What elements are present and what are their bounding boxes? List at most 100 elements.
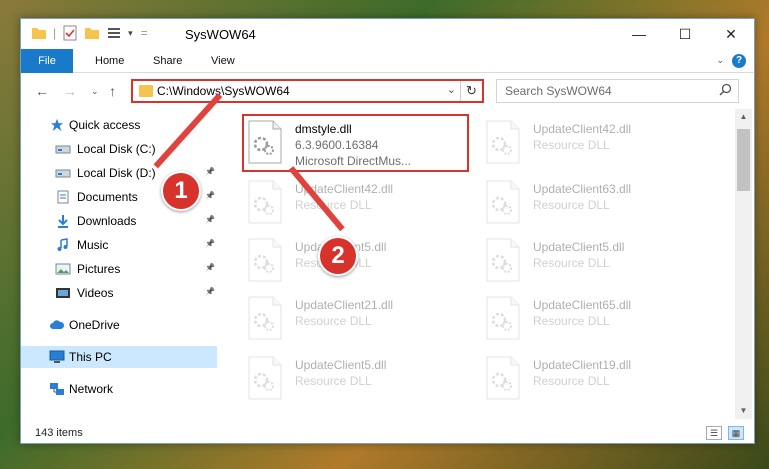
tab-share[interactable]: Share [153,55,182,67]
download-icon [55,214,71,228]
folder-icon [139,85,153,97]
sidebar-item-pictures[interactable]: Pictures 📌 [21,258,217,280]
maximize-button[interactable]: ☐ [662,19,708,49]
sidebar-item-label: Pictures [77,262,121,276]
file-description: Resource DLL [295,314,372,328]
chevron-down-icon[interactable]: ▾ [128,28,133,39]
properties-icon[interactable] [62,25,78,41]
back-arrow-icon[interactable]: ← [35,83,49,99]
file-name: UpdateClient5.dll [295,358,387,372]
file-name: UpdateClient63.dll [533,182,632,196]
callout-badge-1: 1 [161,171,201,211]
file-description: Resource DLL [295,198,372,212]
file-name: UpdateClient19.dll [533,358,632,372]
item-count: 143 items [35,427,83,439]
dll-file-icon [247,180,283,224]
dll-file-icon [485,296,521,340]
pin-icon[interactable]: 📌 [205,167,215,176]
sidebar-item-onedrive[interactable]: OneDrive [21,314,217,336]
dll-file-icon [485,238,521,282]
sidebar-item-label: OneDrive [69,318,120,332]
network-icon [49,382,65,396]
window-title: SysWOW64 [185,27,256,42]
scroll-up-icon[interactable]: ▲ [735,109,752,125]
status-bar: 143 items ☰ ▦ [21,423,754,443]
scroll-down-icon[interactable]: ▼ [735,403,752,419]
file-tile[interactable]: UpdateClient5.dllResource DLL [243,234,475,290]
search-icon[interactable] [719,83,732,96]
pin-icon[interactable]: 📌 [205,239,215,248]
pin-icon[interactable]: 📌 [205,287,215,296]
file-tile[interactable]: UpdateClient63.dll Resource DLL [481,176,713,232]
refresh-icon[interactable]: ↻ [460,81,482,101]
file-description: Resource DLL [533,256,610,270]
toolbar-separator: | [53,26,57,40]
new-folder-icon[interactable] [84,25,100,41]
navigation-bar: ← → ⌄ ↑ C:\Windows\SysWOW64 ⌄ ↻ Search S… [21,74,754,108]
pin-icon[interactable]: 📌 [205,191,215,200]
file-tile[interactable]: UpdateClient42.dll Resource DLL [243,176,475,232]
file-tile[interactable]: UpdateClient5.dll Resource DLL [243,352,475,408]
dll-file-icon [247,296,283,340]
tab-home[interactable]: Home [95,55,124,67]
details-view-icon[interactable]: ☰ [706,426,722,440]
help-icon[interactable]: ? [732,54,746,68]
sidebar-item-label: Documents [77,190,138,204]
pictures-icon [55,262,71,276]
search-input[interactable]: Search SysWOW64 [496,79,739,103]
sidebar-item-label: Videos [77,286,114,300]
callout-badge-2: 2 [318,236,358,276]
sidebar-item-label: Local Disk (D:) [77,166,156,180]
sidebar-item-label: Quick access [69,118,141,132]
minimize-button[interactable]: — [616,19,662,49]
tab-view[interactable]: View [211,55,235,67]
drive-icon [55,142,71,156]
dll-file-icon [485,180,521,224]
recent-locations-icon[interactable]: ⌄ [91,86,99,97]
navigation-pane: Quick access Local Disk (C:) Local Disk (D… [21,114,221,404]
close-button[interactable]: ✕ [708,19,754,49]
file-tile[interactable]: UpdateClient42.dll Resource DLL [481,116,713,172]
music-icon [55,238,71,252]
vertical-scrollbar[interactable]: ▲ ▼ [735,109,752,419]
sidebar-item-music[interactable]: Music 📌 [21,234,217,256]
sidebar-item-label: Network [69,382,114,396]
sidebar-item-videos[interactable]: Videos 📌 [21,282,217,304]
file-tile[interactable]: UpdateClient65.dll Resource DLL [481,292,713,348]
file-description: Resource DLL [295,374,372,388]
star-icon [49,118,65,132]
sidebar-item-label: Local Disk (C:) [77,142,156,156]
computer-icon [49,350,65,364]
cloud-icon [49,318,65,332]
file-tile[interactable]: UpdateClient5.dll Resource DLL [481,234,713,290]
file-name: UpdateClient5.dll [533,240,625,254]
tab-file[interactable]: File [21,49,73,73]
sidebar-item-this-pc[interactable]: This PC [21,346,217,368]
scrollbar-thumb[interactable] [737,129,750,191]
pin-icon[interactable]: 📌 [205,215,215,224]
chevron-down-icon[interactable]: ⌄ [447,83,456,96]
pin-icon[interactable]: 📌 [205,263,215,272]
sidebar-item-local-disk-c[interactable]: Local Disk (C:) [21,138,217,160]
file-tile[interactable]: UpdateClient19.dll Resource DLL [481,352,713,408]
up-arrow-icon[interactable]: ↑ [109,83,116,99]
customize-toolbar-icon[interactable] [106,25,122,41]
dll-file-icon [247,356,283,400]
file-explorer-window: | ▾ = SysWOW64 — ☐ ✕ File Home Share Vie… [20,18,755,444]
address-path[interactable]: C:\Windows\SysWOW64 [157,84,290,98]
quick-access-toolbar: | ▾ = [31,25,148,41]
file-description: Resource DLL [533,374,610,388]
file-highlight-box [242,114,469,172]
expand-ribbon-icon[interactable]: ⌄ [716,55,724,66]
file-description: Resource DLL [533,314,610,328]
large-icons-view-icon[interactable]: ▦ [728,426,744,440]
sidebar-item-network[interactable]: Network [21,378,217,400]
sidebar-item-label: Music [77,238,109,252]
forward-arrow-icon[interactable]: → [63,83,77,99]
file-name: UpdateClient21.dll [295,298,394,312]
search-placeholder: Search SysWOW64 [505,84,612,98]
address-bar[interactable]: C:\Windows\SysWOW64 ⌄ ↻ [131,79,484,103]
file-tile[interactable]: UpdateClient21.dll Resource DLL [243,292,475,348]
folder-icon [32,28,46,39]
sidebar-item-downloads[interactable]: Downloads 📌 [21,210,217,232]
